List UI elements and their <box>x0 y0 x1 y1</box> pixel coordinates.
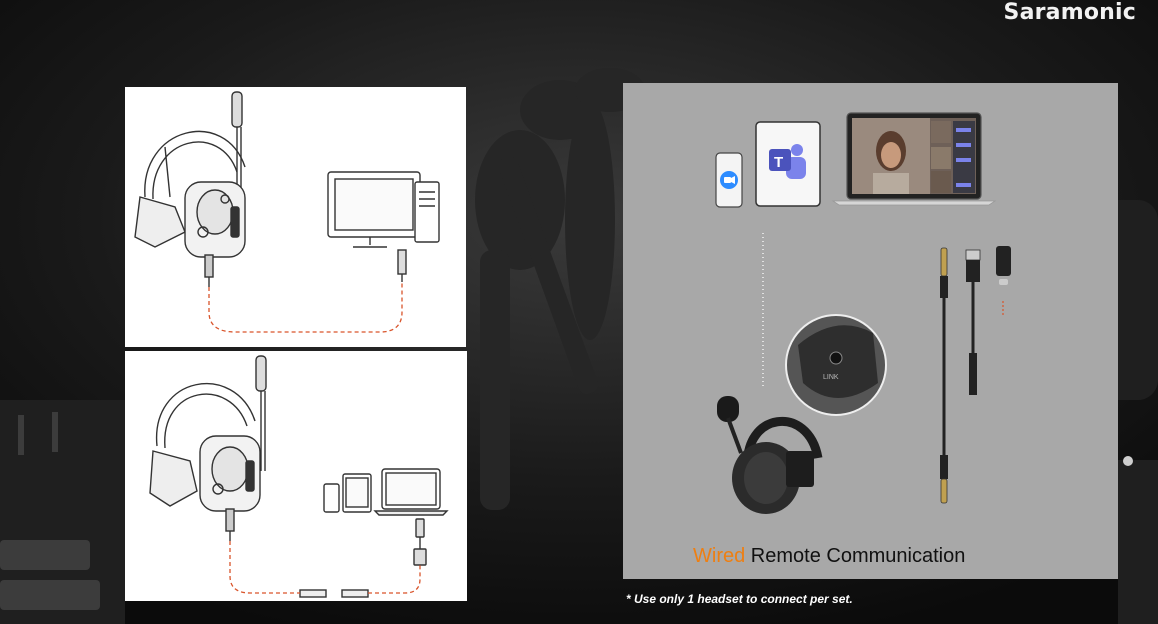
svg-text:LINK: LINK <box>823 374 839 381</box>
wired-communication-panel: T LINK Wired Remote Communication <box>623 83 1118 579</box>
caption-rest: Remote Communication <box>745 545 966 567</box>
diagram-headset-to-computer <box>125 87 466 347</box>
svg-text:T: T <box>774 154 783 171</box>
headset-computer-illustration <box>134 91 440 333</box>
caption-text: Wired Remote Communication <box>693 545 965 568</box>
devices-and-cables-illustration: T LINK <box>715 112 1011 514</box>
brand-logo: Saramonic <box>1003 0 1136 25</box>
footnote: * Use only 1 headset to connect per set. <box>626 592 853 606</box>
headset-devices-illustration <box>149 355 449 598</box>
diagram-headset-to-devices <box>125 351 467 601</box>
caption-highlight: Wired <box>693 545 746 567</box>
zoom-icon <box>720 171 738 189</box>
